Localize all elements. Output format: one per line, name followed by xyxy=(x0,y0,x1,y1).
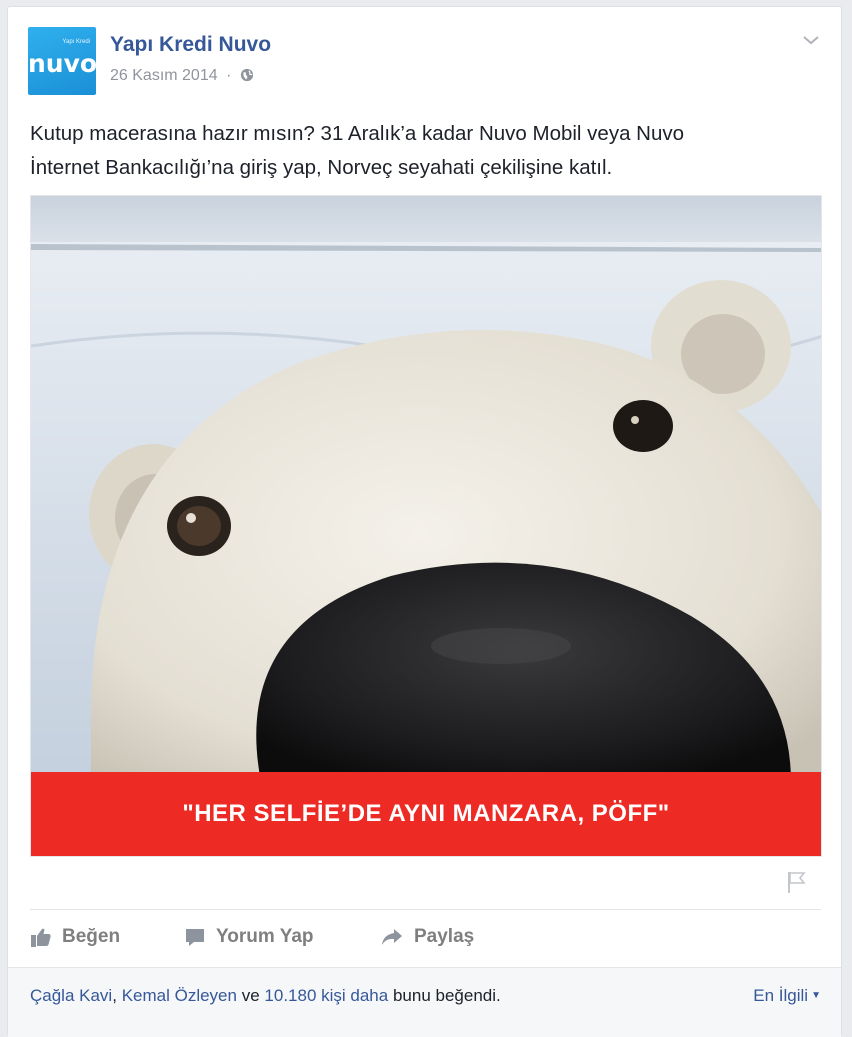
comment-button[interactable]: Yorum Yap xyxy=(184,921,314,953)
likes-summary: Çağla Kavi, Kemal Özleyen ve 10.180 kişi… xyxy=(8,967,841,1037)
post-photo[interactable]: "HER SELFİE’DE AYNI MANZARA, PÖFF" xyxy=(30,195,822,857)
likes-comma: , xyxy=(112,986,117,1005)
meta-separator: · xyxy=(226,67,232,84)
likes-others-link[interactable]: 10.180 kişi daha xyxy=(264,986,388,1005)
page-name-link[interactable]: Yapı Kredi Nuvo xyxy=(110,33,271,57)
post-date[interactable]: 26 Kasım 2014 xyxy=(110,67,218,84)
page-avatar[interactable]: Yapı Kredi nuvo xyxy=(28,27,96,95)
post-actions: Beğen Yorum Yap Paylaş xyxy=(30,921,820,953)
liker-name-2[interactable]: Kemal Özleyen xyxy=(122,986,237,1005)
like-button[interactable]: Beğen xyxy=(30,921,120,953)
caret-down-icon: ▼ xyxy=(811,990,821,1001)
avatar-brand-text: Yapı Kredi xyxy=(62,39,90,45)
comment-label: Yorum Yap xyxy=(216,926,314,947)
thumbs-up-icon xyxy=(31,928,51,947)
share-label: Paylaş xyxy=(414,926,475,947)
liker-name-1[interactable]: Çağla Kavi xyxy=(30,986,112,1005)
sort-label: En İlgili xyxy=(753,986,809,1005)
post-text-line-2: İnternet Bankacılığı’na giriş yap, Norve… xyxy=(30,156,613,179)
post-text-line-1: Kutup macerasına hazır mısın? 31 Aralık’… xyxy=(30,122,685,145)
like-label: Beğen xyxy=(62,926,121,947)
comment-icon xyxy=(186,929,204,946)
post-header: Yapı Kredi nuvo Yapı Kredi Nuvo 26 Kasım… xyxy=(28,27,821,97)
chevron-down-icon[interactable] xyxy=(801,33,821,47)
likes-text: Çağla Kavi, Kemal Özleyen ve 10.180 kişi… xyxy=(30,986,501,1006)
share-arrow-icon xyxy=(382,929,402,945)
post-text: Kutup macerasına hazır mısın? 31 Aralık’… xyxy=(30,117,820,185)
actions-divider xyxy=(30,909,821,910)
post-meta: 26 Kasım 2014 · xyxy=(110,67,254,85)
avatar-logo-text: nuvo xyxy=(28,49,96,78)
likes-and: ve xyxy=(241,986,260,1005)
image-banner: "HER SELFİE’DE AYNI MANZARA, PÖFF" xyxy=(31,772,821,856)
post-card: Yapı Kredi nuvo Yapı Kredi Nuvo 26 Kasım… xyxy=(7,6,842,1037)
likes-suffix: bunu beğendi. xyxy=(392,986,501,1005)
share-button[interactable]: Paylaş xyxy=(380,921,474,953)
comment-sort-dropdown[interactable]: En İlgili ▼ xyxy=(753,986,821,1006)
globe-icon[interactable] xyxy=(240,68,254,82)
flag-icon[interactable] xyxy=(783,869,809,895)
polar-bear-image xyxy=(31,196,821,856)
